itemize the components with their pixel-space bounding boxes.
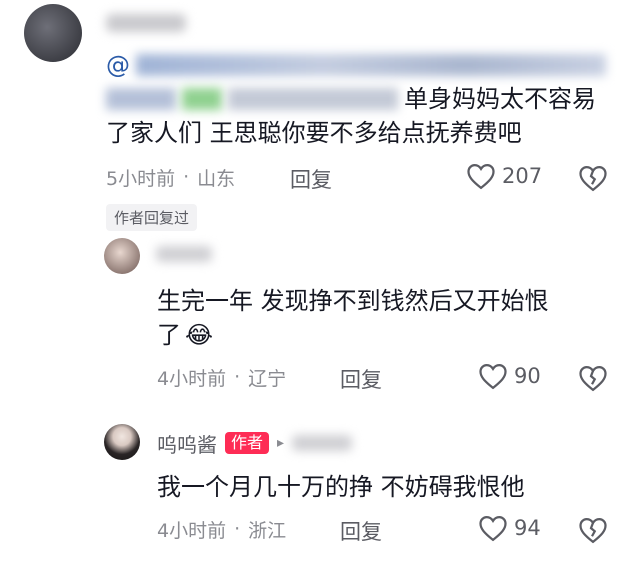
location: 浙江 [248, 519, 287, 542]
laughing-emoji-icon: 😂 [185, 321, 214, 349]
timestamp: 4小时前 [157, 367, 227, 390]
avatar[interactable] [104, 238, 140, 274]
author-badge: 作者 [225, 432, 270, 454]
mention-prefix[interactable]: @ [106, 48, 130, 82]
like-button[interactable]: 90 [478, 362, 541, 390]
comment-text-part: 了家人们 王思聪你要不多给点抚养费吧 [106, 119, 522, 147]
reply-text-line: 生完一年 发现挣不到钱然后又开始恨 [157, 287, 549, 315]
reply-text: 生完一年 发现挣不到钱然后又开始恨 了 😂 [157, 284, 617, 352]
username[interactable]: 呜呜酱 [157, 429, 217, 458]
author-replied-tag: 作者回复过 [106, 204, 198, 231]
comment-meta: 4小时前 · 辽宁 [157, 362, 286, 392]
separator: · [183, 166, 190, 188]
like-count: 94 [514, 516, 541, 540]
blurred-mentions[interactable] [106, 88, 176, 110]
like-button[interactable]: 207 [466, 162, 542, 190]
broken-heart-icon [579, 365, 607, 392]
location: 山东 [197, 167, 236, 190]
reply-text-line: 了 [157, 321, 181, 349]
heart-outline-icon [467, 163, 495, 190]
heart-outline-icon [479, 515, 507, 542]
avatar[interactable] [104, 424, 140, 460]
reply-button[interactable]: 回复 [290, 164, 332, 194]
username[interactable] [106, 14, 186, 32]
dislike-button[interactable] [578, 516, 608, 548]
timestamp: 5小时前 [106, 167, 176, 190]
broken-heart-icon [579, 165, 607, 192]
location: 辽宁 [248, 367, 287, 390]
comment-meta: 4小时前 · 浙江 [157, 514, 286, 544]
dislike-button[interactable] [578, 364, 608, 396]
separator: · [234, 518, 241, 540]
like-count: 90 [514, 364, 541, 388]
separator: · [234, 366, 241, 388]
reply-button[interactable]: 回复 [340, 516, 382, 546]
username[interactable] [156, 246, 212, 262]
reply-text: 我一个月几十万的挣 不妨碍我恨他 [157, 473, 525, 501]
reply-target-username[interactable] [292, 435, 353, 451]
reply-button[interactable]: 回复 [340, 364, 382, 394]
broken-heart-icon [579, 517, 607, 544]
reply-header: 呜呜酱 作者 ▸ [157, 429, 353, 458]
comment-meta: 5小时前 · 山东 [106, 162, 235, 192]
reply-arrow-icon: ▸ [277, 435, 285, 451]
like-button[interactable]: 94 [478, 514, 541, 542]
blurred-mentions[interactable] [228, 88, 398, 110]
timestamp: 4小时前 [157, 519, 227, 542]
blurred-emoji [182, 88, 222, 110]
avatar[interactable] [24, 4, 82, 62]
comment-text: @ 单身妈妈太不容易 了家人们 王思聪你要不多给点抚养费吧 [106, 48, 626, 150]
heart-outline-icon [479, 363, 507, 390]
comment-text-part: 单身妈妈太不容易 [404, 85, 596, 113]
blurred-mentions[interactable] [136, 54, 606, 76]
like-count: 207 [502, 164, 543, 188]
dislike-button[interactable] [578, 164, 608, 196]
